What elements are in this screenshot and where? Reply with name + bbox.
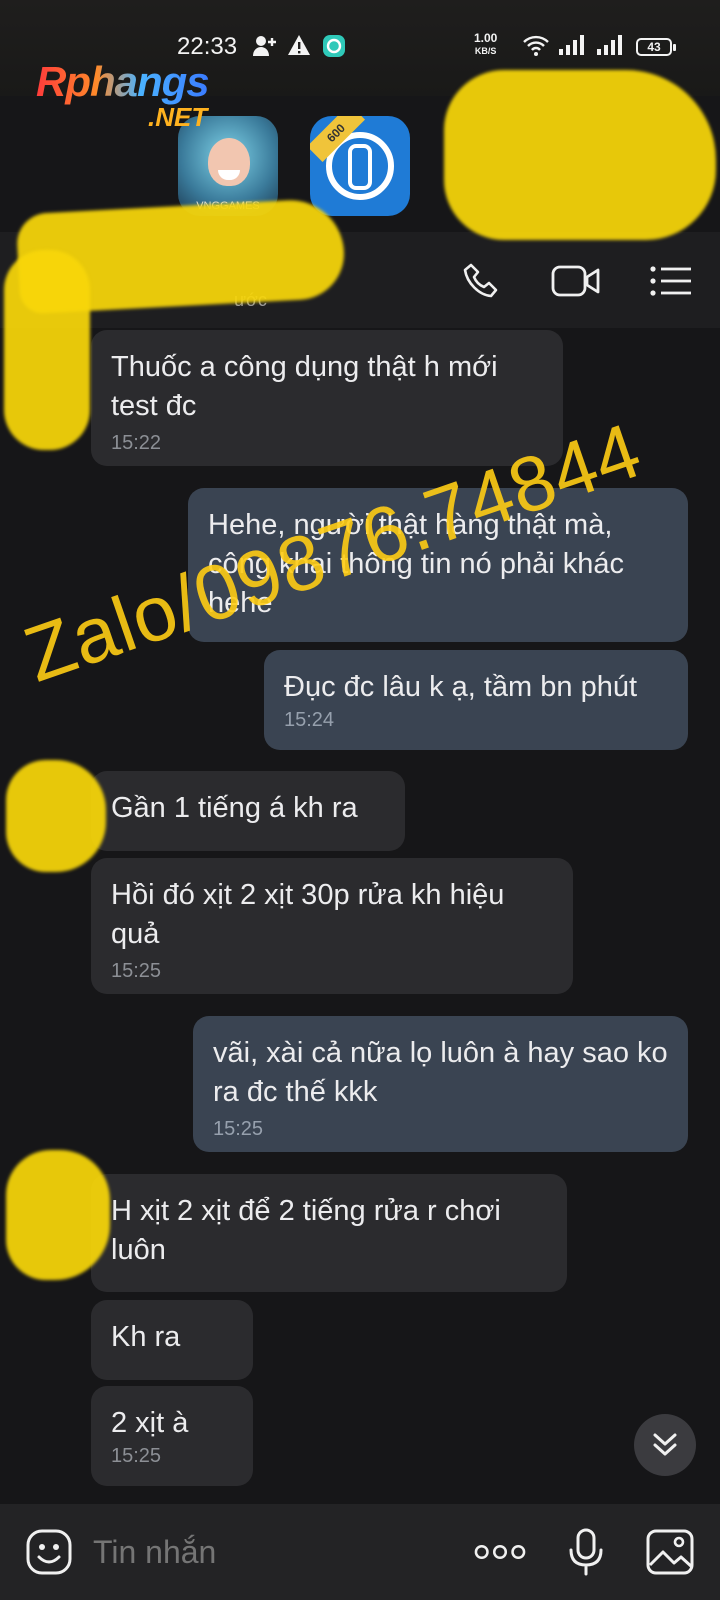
microphone-icon[interactable]: [560, 1526, 612, 1578]
message-time: 15:25: [111, 1445, 162, 1467]
signal-icon: [558, 34, 586, 58]
message-time: 15:22: [111, 432, 162, 454]
logo-suffix-text: .NET: [148, 102, 208, 132]
message-bubble[interactable]: 2 xịt à 15:25: [91, 1386, 253, 1486]
traffic-light-app-icon[interactable]: 600: [310, 116, 410, 216]
message-composer: [0, 1504, 720, 1600]
message-text: Đục đc lâu k ạ, tầm bn phút: [284, 671, 638, 703]
message-text: Kh ra: [111, 1321, 181, 1353]
more-dots-icon[interactable]: [474, 1526, 526, 1578]
message-bubble[interactable]: Hồi đó xịt 2 xịt 30p rửa kh hiệu quả 15:…: [91, 858, 573, 994]
scroll-to-bottom-button[interactable]: [634, 1414, 696, 1476]
traffic-light-shape: [348, 144, 372, 190]
video-call-icon[interactable]: [551, 256, 601, 306]
message-text: Hồi đó xịt 2 xịt 30p rửa kh hiệu quả: [111, 879, 505, 950]
message-input[interactable]: [93, 1534, 433, 1571]
message-time: 15:24: [284, 709, 335, 731]
redaction-scribble: [4, 250, 90, 450]
network-speed-value: 1.00: [474, 31, 498, 45]
person-add-icon: [252, 34, 278, 58]
message-text: Thuốc a công dụng thật h mới test đc: [111, 351, 498, 422]
message-bubble[interactable]: Đục đc lâu k ạ, tầm bn phút 15:24: [264, 650, 688, 750]
message-time: 15:25: [213, 1118, 264, 1140]
redaction-scribble: [6, 1150, 110, 1280]
message-time: 15:25: [111, 960, 162, 982]
logo-main-text: Rphangs: [36, 58, 210, 105]
redaction-scribble: [444, 70, 716, 240]
wifi-icon: [522, 34, 550, 58]
battery-indicator: 43: [636, 38, 676, 56]
message-bubble[interactable]: Kh ra: [91, 1300, 253, 1380]
network-speed: 1.00 KB/S: [474, 32, 497, 58]
message-bubble[interactable]: vãi, xài cả nữa lọ luôn à hay sao ko ra …: [193, 1016, 688, 1152]
message-text: vãi, xài cả nữa lọ luôn à hay sao ko ra …: [213, 1037, 668, 1108]
redaction-scribble: [6, 760, 106, 872]
message-bubble[interactable]: Thuốc a công dụng thật h mới test đc 15:…: [91, 330, 563, 466]
image-icon[interactable]: [644, 1526, 696, 1578]
phone-call-icon[interactable]: [456, 256, 506, 306]
signal-icon: [596, 34, 624, 58]
message-text: 2 xịt à: [111, 1407, 189, 1439]
message-bubble[interactable]: Gần 1 tiếng á kh ra: [91, 771, 405, 851]
double-chevron-down-icon: [653, 1433, 677, 1456]
network-speed-unit: KB/S: [474, 46, 497, 56]
message-bubble[interactable]: H xịt 2 xịt để 2 tiếng rửa r chơi luôn: [91, 1174, 567, 1292]
status-time: 22:33: [177, 33, 238, 60]
logo-watermark: Rphangs .NET: [36, 58, 210, 132]
message-text: H xịt 2 xịt để 2 tiếng rửa r chơi luôn: [111, 1195, 501, 1266]
warning-icon: [287, 34, 311, 58]
app-notification-icon: [322, 34, 346, 58]
menu-list-icon[interactable]: [646, 256, 696, 306]
message-text: Gần 1 tiếng á kh ra: [111, 792, 358, 824]
emoji-icon[interactable]: [23, 1526, 75, 1578]
